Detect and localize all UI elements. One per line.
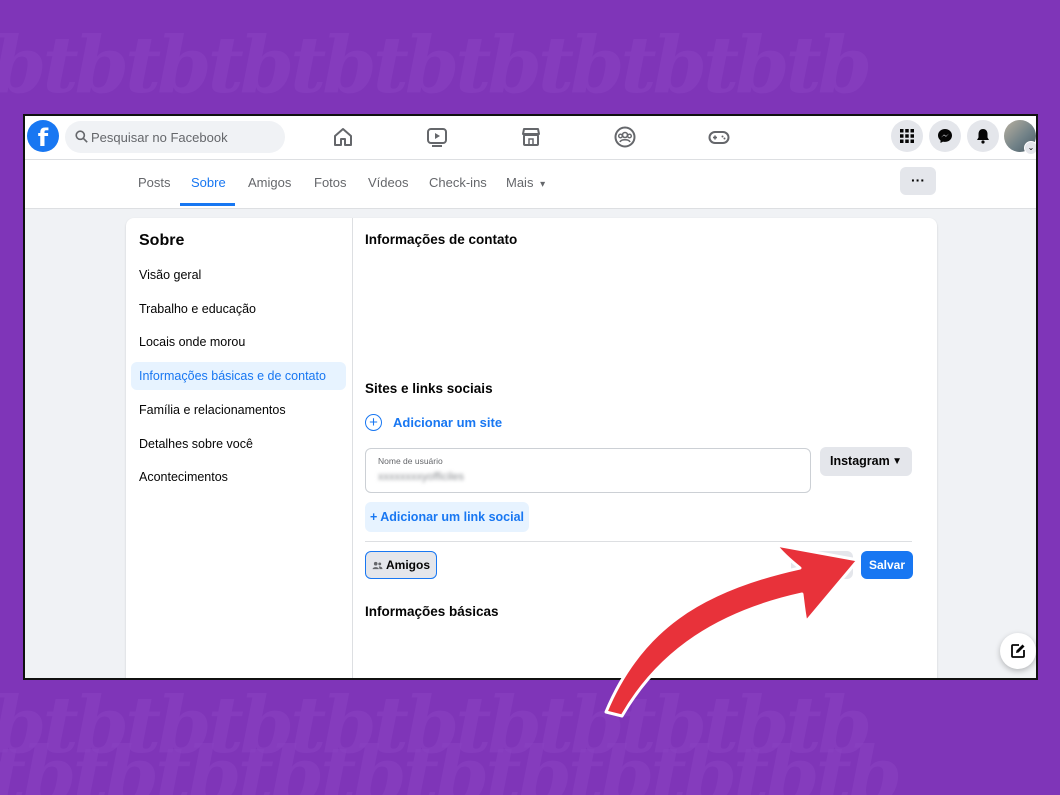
sidebar-item-family-relationships[interactable]: Família e relacionamentos [131,396,346,424]
menu-grid-icon [900,129,914,143]
sites-social-links-heading: Sites e links sociais [365,381,493,396]
tab-check-ins[interactable]: Check-ins [429,160,487,208]
sidebar-item-life-events[interactable]: Acontecimentos [131,463,346,491]
friends-icon [372,561,383,569]
browser-screenshot: f Pesquisar no Facebook ⌄ Posts Sobre Am… [23,114,1038,680]
cancel-button[interactable] [791,551,853,579]
tab-sobre[interactable]: Sobre [191,160,226,208]
tab-mais[interactable]: Mais ▾ [506,160,545,208]
about-content: Informações de contato Sites e links soc… [365,218,925,678]
search-icon [75,130,88,143]
add-website-label: Adicionar um site [393,414,503,430]
save-button[interactable]: Salvar [861,551,913,579]
new-message-button[interactable] [1000,633,1036,669]
about-card: Sobre Visão geral Trabalho e educação Lo… [126,218,937,678]
tab-mais-label: Mais [506,175,534,190]
tab-posts[interactable]: Posts [138,160,171,208]
username-input[interactable] [378,471,778,483]
username-label: Nome de usuário [378,456,443,466]
messenger-icon [938,129,952,143]
watermark-row: tbtbtbtbtbtbtbtbtbtbtb [0,730,902,795]
watermark-row: tbtbtbtbtbtbtbtbtbtbtb [0,680,872,771]
audience-label: Amigos [385,558,430,572]
top-navigation-bar: f Pesquisar no Facebook ⌄ [25,116,1036,160]
sidebar-item-contact-basic-info[interactable]: Informações básicas e de contato [131,362,346,390]
watermark-row: tbtbtbtbtbtbtbtbtbtbtb [0,20,872,111]
divider [365,541,912,542]
active-tab-indicator [180,203,235,206]
add-website-button[interactable]: + Adicionar um site [365,411,502,433]
sidebar-item-overview[interactable]: Visão geral [131,261,346,289]
caret-down-icon: ▾ [540,179,546,190]
basic-info-heading: Informações básicas [365,604,499,619]
about-sidebar: Sobre Visão geral Trabalho e educação Lo… [126,218,353,678]
gaming-icon[interactable] [707,125,731,149]
home-icon[interactable] [331,125,355,149]
sidebar-item-places-lived[interactable]: Locais onde morou [131,328,346,356]
contact-info-heading: Informações de contato [365,232,518,247]
tab-videos[interactable]: Vídeos [368,160,408,208]
sidebar-item-details-about-you[interactable]: Detalhes sobre você [131,430,346,458]
add-social-link-button[interactable]: + Adicionar um link social [365,502,529,532]
sidebar-item-work-education[interactable]: Trabalho e educação [131,295,346,323]
social-network-value: Instagram [830,454,890,468]
tab-amigos[interactable]: Amigos [248,160,291,208]
profile-tabs: Posts Sobre Amigos Fotos Vídeos Check-in… [25,160,1036,209]
tab-fotos[interactable]: Fotos [314,160,347,208]
compose-icon [1011,644,1025,658]
social-network-select[interactable]: Instagram ▼ [820,447,912,476]
facebook-logo[interactable]: f [27,120,59,152]
plus-circle-icon: + [365,413,382,431]
messenger-button[interactable] [929,120,961,152]
video-icon[interactable] [425,125,449,149]
username-field[interactable]: Nome de usuário [365,448,811,493]
sidebar-title: Sobre [139,232,185,249]
notifications-button[interactable] [967,120,999,152]
notifications-icon [977,129,989,144]
marketplace-icon[interactable] [519,125,543,149]
more-options-button[interactable]: ··· [900,167,936,195]
search-input[interactable] [91,121,271,153]
menu-button[interactable] [891,120,923,152]
caret-down-icon: ▼ [892,456,902,467]
search-box[interactable] [65,121,285,153]
chevron-down-icon[interactable]: ⌄ [1024,141,1036,155]
groups-icon[interactable] [613,125,637,149]
audience-privacy-button[interactable]: Amigos [365,551,437,579]
